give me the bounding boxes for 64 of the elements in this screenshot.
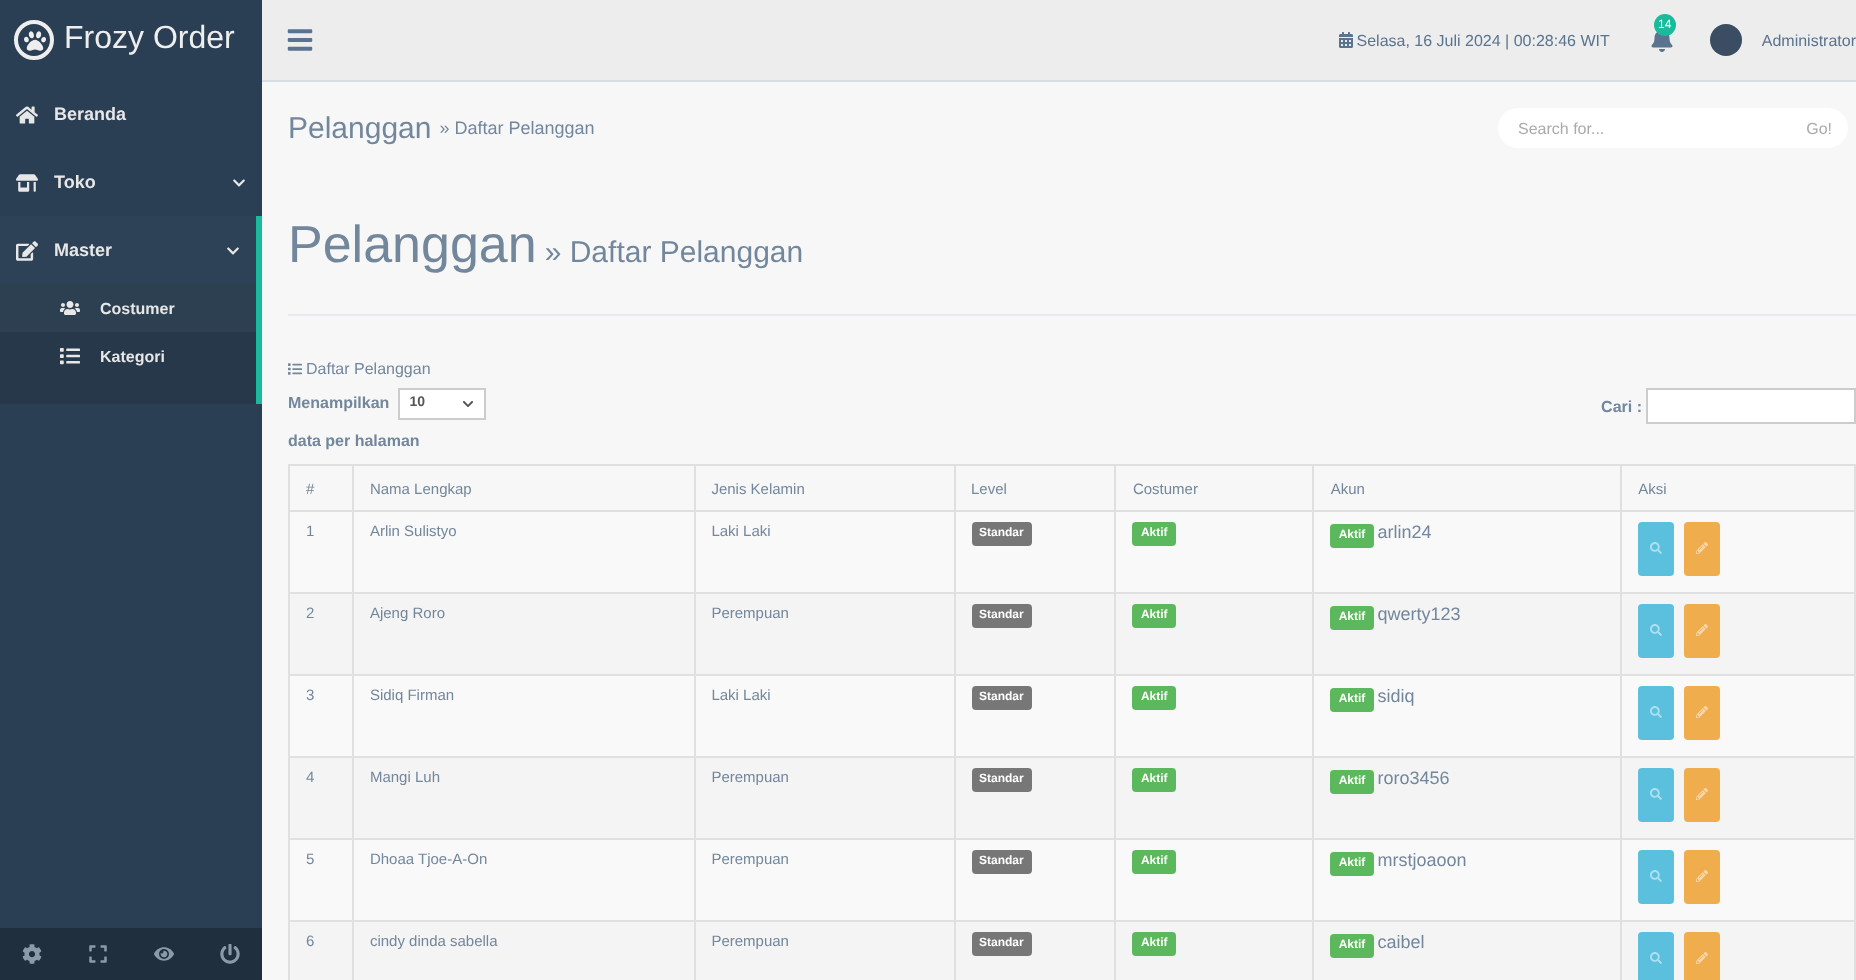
go-button[interactable]: Go! (1806, 119, 1832, 137)
view-button[interactable] (1638, 850, 1675, 904)
eye-icon[interactable] (153, 944, 174, 964)
view-button[interactable] (1638, 932, 1675, 980)
edit-button[interactable] (1684, 768, 1721, 822)
view-button[interactable] (1638, 522, 1675, 576)
pencil-icon (1696, 951, 1709, 963)
power-icon[interactable] (219, 944, 240, 964)
page-title: Pelanggan (288, 214, 537, 276)
filter-label: Cari : (1601, 397, 1642, 415)
sidebar-subitem[interactable]: Kategori (0, 332, 256, 380)
search-icon (1650, 705, 1663, 717)
search-icon (1650, 623, 1663, 635)
edit-button[interactable] (1684, 850, 1721, 904)
search-icon (1650, 787, 1663, 799)
edit-icon (16, 239, 38, 261)
search-icon (1650, 869, 1663, 881)
sidebar-item[interactable]: Beranda (0, 80, 262, 148)
view-button[interactable] (1638, 604, 1675, 658)
chevron-icon (232, 175, 246, 189)
users-icon (60, 298, 80, 318)
calendar-icon (1338, 32, 1355, 48)
username: sidiq (1377, 686, 1415, 706)
fullscreen-icon[interactable] (88, 944, 109, 964)
list-icon (60, 346, 80, 366)
pencil-icon (1696, 787, 1709, 799)
edit-button[interactable] (1684, 522, 1721, 576)
search-icon (1650, 541, 1663, 553)
paw-icon (14, 20, 54, 60)
username: arlin24 (1377, 522, 1432, 542)
username: qwerty123 (1377, 604, 1461, 624)
edit-button[interactable] (1684, 686, 1721, 740)
panel-title: Daftar Pelanggan (306, 360, 431, 378)
store-icon (16, 171, 38, 193)
sidebar-subitem[interactable]: Costumer (0, 284, 256, 332)
brand-name: Frozy Order (64, 22, 235, 58)
filter-field[interactable] (1646, 388, 1856, 424)
view-button[interactable] (1638, 686, 1675, 740)
pencil-icon (1696, 623, 1709, 635)
breadcrumb-subtitle: » Daftar Pelanggan (439, 118, 595, 138)
view-button[interactable] (1638, 768, 1675, 822)
sidebar-item[interactable]: Toko (0, 148, 262, 216)
length-prefix: Menampilkan (288, 392, 390, 416)
username: caibel (1377, 932, 1425, 952)
username: mrstjoaoon (1377, 850, 1467, 870)
username: roro3456 (1377, 768, 1450, 788)
home-icon (16, 103, 38, 125)
breadcrumb-title: Pelanggan (288, 111, 432, 145)
settings-icon[interactable] (22, 944, 43, 964)
search-field[interactable]: Search for... Go! (1498, 108, 1848, 148)
chevron-icon (461, 398, 474, 410)
pencil-icon (1696, 869, 1709, 881)
menu-icon[interactable] (286, 26, 314, 54)
pencil-icon (1696, 541, 1709, 553)
page-subtitle: » Daftar Pelanggan (544, 236, 804, 270)
pencil-icon (1696, 705, 1709, 717)
length-suffix: data per halaman (288, 430, 420, 454)
user-name[interactable]: Administrator (1761, 31, 1856, 49)
edit-button[interactable] (1684, 932, 1721, 980)
search-icon (1650, 951, 1663, 963)
edit-button[interactable] (1684, 604, 1721, 658)
list-icon (288, 362, 302, 376)
avatar[interactable] (1709, 24, 1742, 56)
date-time: Selasa, 16 Juli 2024 | 00:28:46 WIT (1356, 31, 1610, 49)
